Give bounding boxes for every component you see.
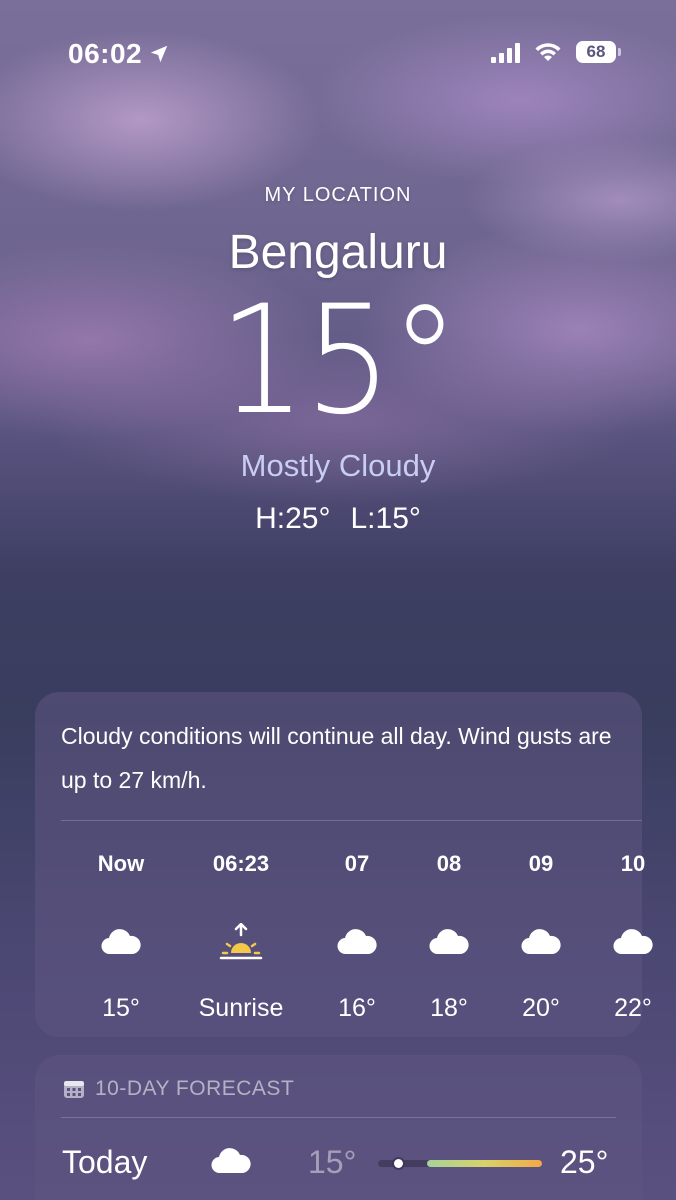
cloud-icon (491, 922, 591, 962)
hour-label: 09 (528, 851, 554, 876)
sunrise-icon (191, 922, 291, 962)
city-name: Bengaluru (228, 226, 448, 279)
hour-value: Sunrise (198, 994, 284, 1022)
hourly-item: 06:23 Sunrise (191, 851, 291, 1023)
cloud-icon (399, 922, 499, 962)
forecast-header: 10-DAY FORECAST (35, 1055, 642, 1103)
wifi-icon (535, 43, 561, 61)
location-arrow-icon (150, 45, 168, 63)
location-label: MY LOCATION (264, 184, 412, 206)
hour-label: 07 (344, 851, 370, 876)
hour-value: 20° (522, 994, 560, 1022)
day-low-temperature: 15° (308, 1144, 357, 1180)
status-bar: 06:02 68 (0, 0, 676, 100)
weather-summary: Cloudy conditions will continue all day.… (61, 723, 612, 793)
forecast-row-today[interactable]: Today 15° 25° (35, 1118, 642, 1188)
hourly-item: Now 15° (71, 851, 171, 1023)
calendar-icon (64, 1081, 84, 1098)
day-high-temperature: 25° (560, 1144, 609, 1180)
hour-value: 22° (614, 994, 652, 1022)
high-low: H:25° L:15° (0, 502, 676, 536)
hour-label: 08 (436, 851, 462, 876)
status-time: 06:02 (68, 38, 143, 69)
hourly-item: 10 22° (583, 851, 676, 1023)
hour-label: 06:23 (212, 851, 270, 876)
hour-value: 15° (102, 994, 140, 1022)
current-condition: Mostly Cloudy (240, 448, 436, 483)
current-temperature: 15° (218, 274, 459, 448)
hour-value: 18° (430, 994, 468, 1022)
cloud-icon (211, 1148, 251, 1174)
hour-label: 10 (620, 851, 646, 876)
battery-icon: 68 (576, 41, 621, 63)
cloud-icon (307, 922, 407, 962)
status-time-group: 06:02 (68, 38, 170, 70)
status-indicators: 68 (491, 41, 621, 63)
hour-label: Now (97, 851, 145, 876)
current-temperature-dot (393, 1159, 403, 1168)
high-temperature: H:25° (255, 502, 331, 535)
day-name: Today (62, 1144, 148, 1180)
hourly-item: 08 18° (399, 851, 499, 1023)
hour-value: 16° (338, 994, 376, 1022)
hourly-list[interactable]: Now 15° 06:23 Sunrise 07 16° 08 18° 09 20° 10 22° (35, 821, 653, 1041)
temperature-range-bar (378, 1159, 542, 1168)
forecast-title: 10-DAY FORECAST (95, 1077, 295, 1100)
location-header: MY LOCATION Bengaluru 15° Mostly Cloudy … (0, 170, 676, 536)
cloud-icon (583, 922, 676, 962)
hourly-forecast-card[interactable]: Cloudy conditions will continue all day.… (35, 692, 653, 1037)
low-temperature: L:15° (350, 502, 421, 535)
cellular-signal-icon (491, 41, 520, 63)
ten-day-forecast-card[interactable]: 10-DAY FORECAST Today 15° 25° (35, 1055, 642, 1200)
hourly-item: 07 16° (307, 851, 407, 1023)
hourly-item: 09 20° (491, 851, 591, 1023)
cloud-icon (71, 922, 171, 962)
temperature-range-fill (427, 1160, 542, 1167)
